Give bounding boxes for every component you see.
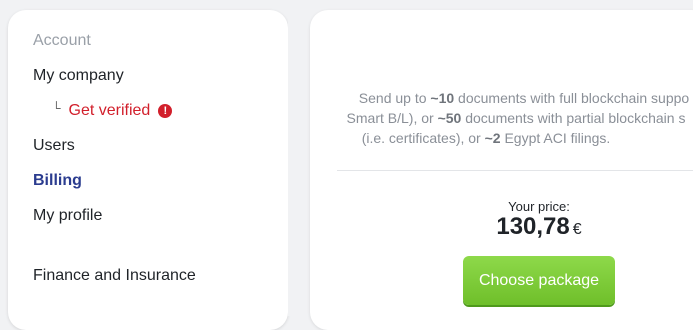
price-value: 130,78 €: [496, 213, 582, 240]
sidebar-item-my-company[interactable]: My company: [33, 67, 124, 85]
currency-symbol: €: [572, 221, 582, 238]
package-card: Send up to ~10 documents with full block…: [310, 10, 693, 330]
account-sidebar: Account My company └ Get verified ! User…: [8, 10, 288, 330]
sidebar-item-get-verified[interactable]: └ Get verified !: [52, 101, 173, 120]
sidebar-item-my-profile[interactable]: My profile: [33, 207, 102, 225]
sidebar-item-finance-and-insurance[interactable]: Finance and Insurance: [33, 267, 196, 285]
sidebar-item-users[interactable]: Users: [33, 137, 75, 155]
sidebar-item-label: Get verified: [68, 102, 151, 119]
corner-arrow-icon: └: [52, 101, 61, 115]
divider: [288, 0, 310, 316]
choose-package-button[interactable]: Choose package: [463, 256, 615, 305]
separator-line: [337, 170, 693, 171]
section-title: Account: [33, 32, 91, 49]
warning-icon: !: [158, 104, 173, 118]
price-label: Your price:: [508, 199, 570, 214]
package-description: Send up to ~10 documents with full block…: [346, 90, 690, 146]
sidebar-item-billing[interactable]: Billing: [33, 172, 82, 190]
